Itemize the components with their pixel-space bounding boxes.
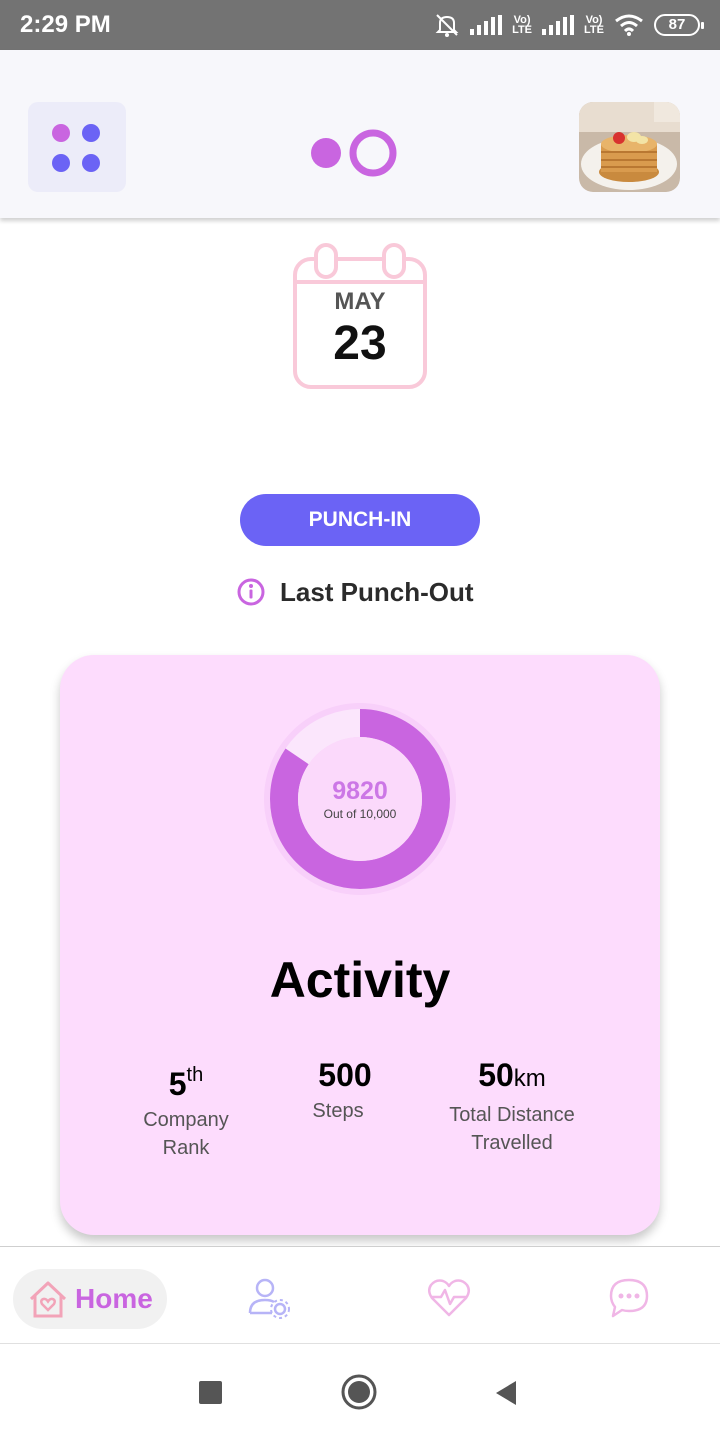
status-time: 2:29 PM: [20, 11, 111, 38]
battery-icon: 87: [654, 14, 704, 36]
status-bar: 2:29 PM Vo) LTE Vo) LTE 87: [0, 0, 720, 50]
last-punch-out[interactable]: Last Punch-Out: [236, 574, 474, 610]
screen: 2:29 PM Vo) LTE Vo) LTE 87 MAY 23 PUNCH-…: [0, 0, 720, 1440]
grid-dots-icon: [52, 124, 70, 142]
system-nav-bar: [0, 1344, 720, 1440]
grid-dots-icon: [52, 154, 70, 172]
signal-icon: [542, 15, 575, 35]
pancake-avatar-image: [579, 102, 680, 192]
app-logo: [311, 129, 397, 177]
status-icons: Vo) LTE Vo) LTE 87: [434, 10, 704, 40]
stat-distance: 50km Total Distance Travelled: [427, 1055, 597, 1157]
date-calendar: MAY 23: [292, 242, 428, 392]
stat-steps: 500 Steps: [260, 1055, 430, 1125]
steps-goal: Out of 10,000: [323, 807, 397, 821]
last-punch-out-label: Last Punch-Out: [280, 576, 474, 607]
chat-icon[interactable]: [606, 1275, 652, 1321]
heartbeat-icon[interactable]: [426, 1275, 472, 1321]
avatar[interactable]: [579, 102, 680, 192]
menu-button[interactable]: [28, 102, 126, 192]
home-system-button[interactable]: [340, 1373, 378, 1411]
bottom-nav: Home: [0, 1246, 720, 1344]
nav-home-label: Home: [75, 1283, 153, 1314]
volte-icon: Vo) LTE: [584, 14, 604, 36]
home-icon: [29, 1281, 67, 1318]
stat-value: 500: [318, 1057, 372, 1093]
stat-label: Steps: [312, 1100, 364, 1122]
calendar-month: MAY: [334, 288, 386, 315]
grid-dots-icon: [82, 154, 100, 172]
stat-value: 50km: [478, 1057, 546, 1093]
activity-title: Activity: [269, 952, 451, 1008]
info-icon: [237, 578, 265, 606]
app-header: [0, 50, 720, 218]
volte-icon: Vo) LTE: [512, 14, 533, 36]
grid-dots-icon: [82, 124, 100, 142]
mute-icon: [435, 14, 459, 37]
user-settings-icon[interactable]: [247, 1275, 293, 1321]
back-button[interactable]: [494, 1379, 518, 1407]
steps-count: 9820: [332, 777, 388, 805]
steps-progress-ring: 9820 Out of 10,000: [260, 699, 460, 899]
calendar-day: 23: [333, 317, 387, 370]
wifi-icon: [615, 14, 643, 36]
punch-in-button[interactable]: PUNCH-IN: [240, 494, 480, 546]
signal-icon: [470, 15, 503, 35]
stat-label: Company Rank: [143, 1109, 229, 1159]
stat-label: Total Distance Travelled: [449, 1104, 575, 1154]
nav-home[interactable]: Home: [13, 1269, 167, 1329]
recent-apps-button[interactable]: [199, 1381, 222, 1404]
activity-card[interactable]: 9820 Out of 10,000 Activity 5th Company …: [60, 655, 660, 1235]
